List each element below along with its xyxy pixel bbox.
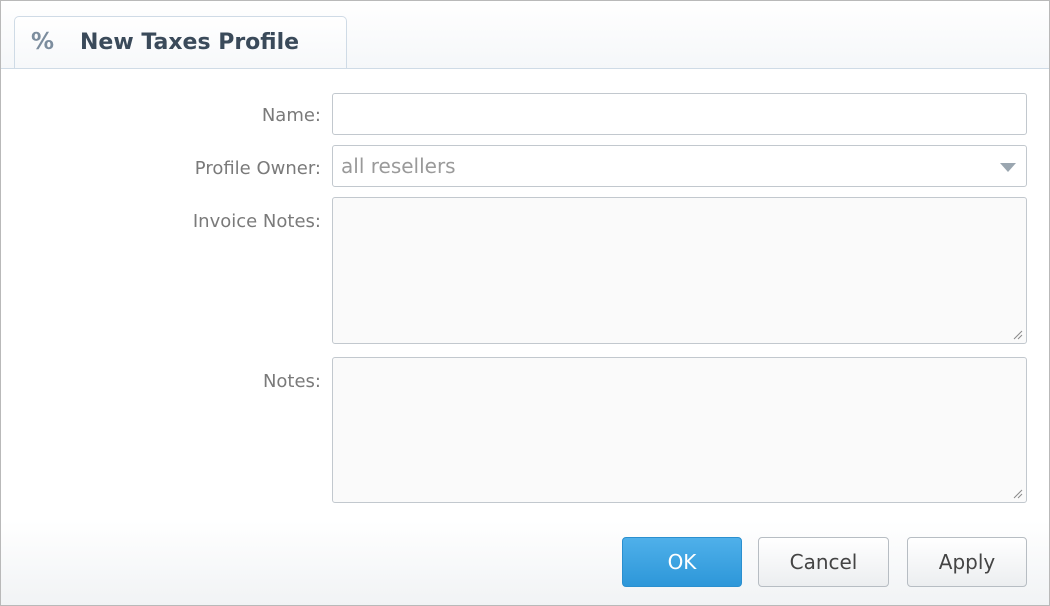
button-bar [1, 521, 1049, 605]
ok-button[interactable]: OK [622, 537, 742, 587]
resize-grip-icon[interactable] [1011, 328, 1023, 340]
invoice-notes-label: Invoice Notes: [192, 211, 321, 232]
name-field[interactable] [332, 93, 1027, 135]
tab-title: New Taxes Profile [80, 30, 300, 55]
profile-owner-select[interactable]: all resellers [332, 145, 1027, 187]
tab-new-taxes-profile[interactable]: % New Taxes Profile [14, 16, 347, 68]
chevron-down-icon[interactable] [1000, 163, 1016, 172]
tab-strip: % New Taxes Profile [1, 1, 1049, 69]
notes-label: Notes: [262, 371, 321, 392]
apply-button[interactable]: Apply [907, 537, 1027, 587]
profile-owner-label: Profile Owner: [194, 158, 321, 179]
invoice-notes-textarea[interactable] [332, 197, 1027, 344]
profile-owner-value: all resellers [341, 154, 456, 178]
notes-textarea[interactable] [332, 357, 1027, 503]
cancel-button[interactable]: Cancel [758, 537, 889, 587]
name-input[interactable] [333, 94, 1026, 134]
percent-icon: % [31, 29, 55, 55]
name-label: Name: [261, 105, 321, 126]
taxes-profile-window: % New Taxes Profile Name: Profile Owner:… [0, 0, 1050, 606]
resize-grip-icon[interactable] [1011, 487, 1023, 499]
